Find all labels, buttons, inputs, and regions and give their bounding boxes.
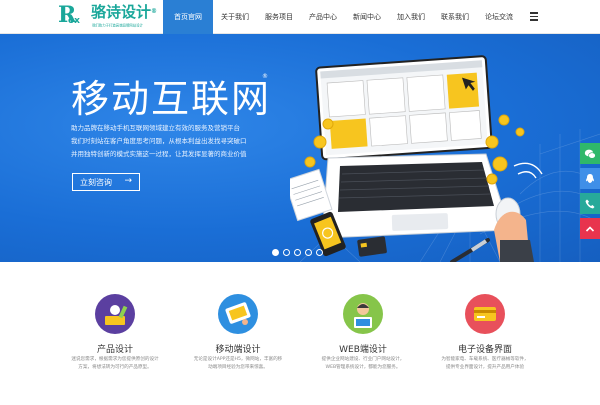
credit-card: [357, 236, 387, 257]
services-section: 产品设计 迷说您需求，根据需求为您提供原创的设计方案，将想法转为可行的产品原型。…: [0, 262, 600, 405]
nav-item-forum[interactable]: 论坛交流: [477, 0, 521, 34]
back-to-top-button[interactable]: [580, 218, 600, 239]
slider-dot-2[interactable]: [283, 249, 290, 256]
nav-item-news[interactable]: 新闻中心: [345, 0, 389, 34]
service-title: 移动端设计: [215, 345, 261, 355]
nav-item-contact[interactable]: 联系我们: [433, 0, 477, 34]
banner-line-2: 我们时刻站在客户角度思考问题，从根本利益出发找寻突破口: [71, 137, 247, 145]
qq-button[interactable]: [580, 168, 600, 189]
banner-description: 助力品牌在移动手机互联网领域建立有效的服务及营销平台 我们时刻站在客户角度思考问…: [71, 122, 306, 161]
wechat-button[interactable]: [580, 143, 600, 164]
consult-now-label: 立刻咨询: [80, 177, 112, 187]
logo[interactable]: R ox 骆诗设计® 我们致力于打造高端品牌网站设计: [58, 2, 158, 31]
hamburger-menu-icon[interactable]: [530, 12, 538, 21]
banner-title: 移动互联网: [71, 77, 272, 121]
banner-line-1: 助力品牌在移动手机互联网领域建立有效的服务及营销平台: [71, 124, 240, 132]
wechat-icon: [584, 149, 596, 159]
device-ui-icon: [465, 294, 505, 334]
product-design-icon: [95, 294, 135, 334]
back-to-top-icon: [585, 225, 595, 232]
slider-dot-1[interactable]: [272, 249, 279, 256]
nav-item-join[interactable]: 加入我们: [389, 0, 433, 34]
qq-icon: [586, 173, 594, 183]
web-design-icon: [343, 294, 383, 334]
page: R ox 骆诗设计® 我们致力于打造高端品牌网站设计 首页官网 关于我们 服务项…: [0, 0, 600, 405]
slider-dot-3[interactable]: [294, 249, 301, 256]
arrow-right-icon: →: [124, 176, 132, 186]
nav-item-products[interactable]: 产品中心: [301, 0, 345, 34]
service-description: 提供企业网站建设、行业门户网站设计，WEB管理系统设计，都能为您服务。: [321, 357, 405, 370]
phone-icon: [585, 199, 595, 208]
consult-now-button[interactable]: 立刻咨询 →: [72, 173, 140, 191]
logo-tagline: 我们致力于打造高端品牌网站设计: [92, 23, 143, 28]
service-title: 电子设备界面: [457, 345, 512, 355]
service-description: 迷说您需求，根据需求为您提供原创的设计方案，将想法转为可行的产品原型。: [71, 357, 159, 370]
laptop-screen: [315, 55, 493, 161]
logo-letters-ox: ox: [68, 16, 80, 26]
slider-dots: [272, 249, 323, 256]
nav-item-about[interactable]: 关于我们: [213, 0, 257, 34]
banner-line-3: 并用独特创新的模式实施这一过程，让其发挥显著的商业价值: [71, 150, 247, 158]
service-description: 无论是设计APP还是H5，微网站，丰富的移动端项目经验为您带来惊喜。: [193, 357, 283, 370]
logo-name: 骆诗设计®: [91, 3, 158, 21]
nav-item-home[interactable]: 首页官网: [163, 0, 213, 34]
main-nav: 首页官网 关于我们 服务项目 产品中心 新闻中心 加入我们 联系我们 论坛交流: [163, 0, 521, 34]
nav-item-services[interactable]: 服务项目: [257, 0, 301, 34]
slider-dot-5[interactable]: [316, 249, 323, 256]
slider-dot-4[interactable]: [305, 249, 312, 256]
banner-title-registered-mark: ®: [262, 73, 268, 80]
service-description: 为智能家电、车载系统、医疗器械等软件，提供专业界面设计，提升产品用户体验: [441, 357, 529, 370]
hero-banner: 移动互联网 ® 助力品牌在移动手机互联网领域建立有效的服务及营销平台 我们时刻站…: [0, 34, 600, 262]
service-title: WEB端设计: [339, 345, 387, 355]
phone-button[interactable]: [580, 193, 600, 214]
site-header: R ox 骆诗设计® 我们致力于打造高端品牌网站设计 首页官网 关于我们 服务项…: [0, 0, 600, 34]
laptop-illustration: [290, 55, 543, 262]
service-title: 产品设计: [96, 345, 133, 355]
mobile-design-icon: [218, 294, 258, 334]
side-float-bar: [580, 143, 600, 243]
